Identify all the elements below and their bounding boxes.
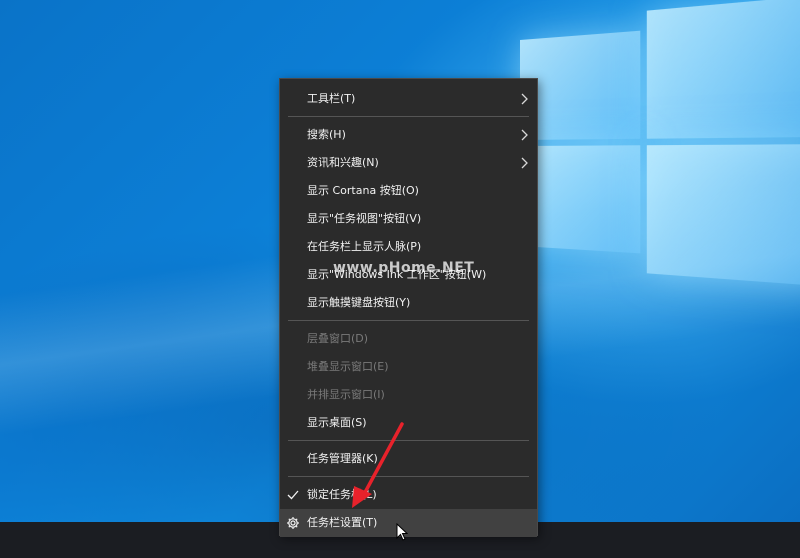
- menu-item-label: 搜索(H): [307, 128, 346, 141]
- menu-item-label: 任务栏设置(T): [307, 516, 378, 529]
- menu-item-label: 显示 Cortana 按钮(O): [307, 184, 419, 197]
- windows-logo-pane: [646, 0, 800, 139]
- menu-item-cascade-windows: 层叠窗口(D): [280, 325, 537, 353]
- menu-item-label: 并排显示窗口(I): [307, 388, 385, 401]
- menu-item-label: 资讯和兴趣(N): [307, 156, 379, 169]
- menu-separator: [288, 320, 529, 321]
- menu-item-label: 工具栏(T): [307, 92, 356, 105]
- gear-icon: [287, 517, 299, 529]
- menu-item-label: 显示"任务视图"按钮(V): [307, 212, 422, 225]
- checkmark-icon: [287, 490, 299, 500]
- menu-item-toolbars[interactable]: 工具栏(T): [280, 85, 537, 113]
- windows-logo-pane: [520, 30, 641, 141]
- windows-logo-pane: [646, 144, 800, 287]
- menu-item-label: 堆叠显示窗口(E): [307, 360, 389, 373]
- menu-item-stack-windows: 堆叠显示窗口(E): [280, 353, 537, 381]
- menu-item-label: 在任务栏上显示人脉(P): [307, 240, 422, 253]
- windows-logo-pane: [520, 145, 641, 254]
- menu-separator: [288, 116, 529, 117]
- menu-item-side-by-side: 并排显示窗口(I): [280, 381, 537, 409]
- menu-item-search[interactable]: 搜索(H): [280, 121, 537, 149]
- menu-item-show-touch-keyboard[interactable]: 显示触摸键盘按钮(Y): [280, 289, 537, 317]
- menu-item-taskbar-settings[interactable]: 任务栏设置(T): [280, 509, 537, 537]
- red-arrow-annotation: [352, 422, 404, 508]
- chevron-right-icon: [521, 157, 528, 169]
- menu-item-show-task-view[interactable]: 显示"任务视图"按钮(V): [280, 205, 537, 233]
- menu-item-show-cortana[interactable]: 显示 Cortana 按钮(O): [280, 177, 537, 205]
- menu-item-show-people[interactable]: 在任务栏上显示人脉(P): [280, 233, 537, 261]
- windows-logo: [520, 0, 800, 332]
- watermark-text: www.pHome.NET: [333, 260, 475, 276]
- menu-item-label: 层叠窗口(D): [307, 332, 369, 345]
- menu-item-label: 显示触摸键盘按钮(Y): [307, 296, 411, 309]
- chevron-right-icon: [521, 93, 528, 105]
- menu-item-news-interests[interactable]: 资讯和兴趣(N): [280, 149, 537, 177]
- chevron-right-icon: [521, 129, 528, 141]
- mouse-pointer-icon: [396, 523, 408, 541]
